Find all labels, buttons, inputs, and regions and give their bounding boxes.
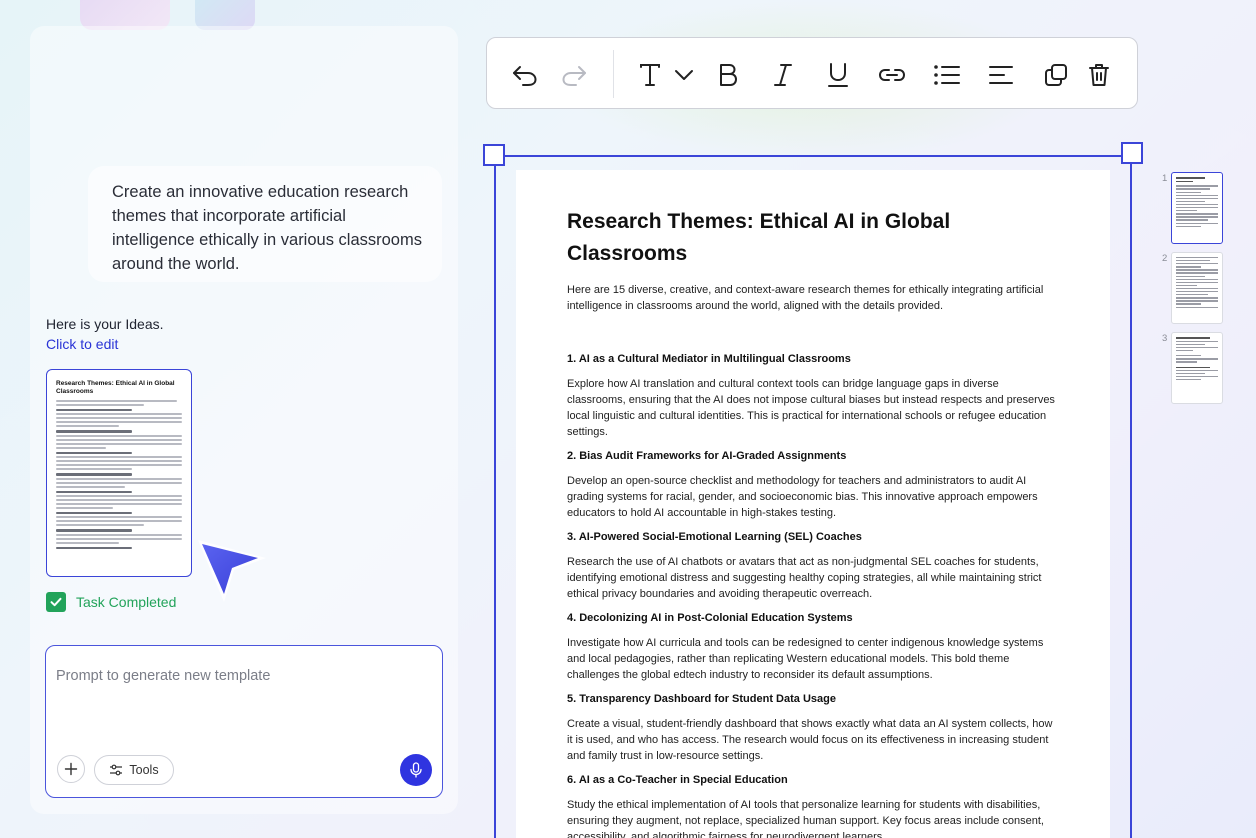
thumbnail-text-lines [56,400,182,550]
user-message-text: Create an innovative education research … [112,183,422,273]
add-attachment-button[interactable] [57,755,85,783]
underline-icon [828,63,848,87]
undo-icon [513,66,537,86]
microphone-icon [410,762,422,778]
page-thumbnail-2[interactable] [1171,252,1223,324]
user-message-bubble: Create an innovative education research … [88,166,442,282]
delete-icon [1089,64,1109,86]
link-button[interactable] [877,60,907,90]
click-to-edit-link[interactable]: Click to edit [46,336,118,352]
duplicate-icon [1045,64,1067,86]
page-thumbnail-1[interactable] [1171,172,1223,244]
tools-button[interactable]: Tools [94,755,174,785]
bullet-list-button[interactable] [932,60,962,90]
task-completed-status: Task Completed [46,592,176,612]
bold-icon [720,64,737,86]
document-intro: Here are 15 diverse, creative, and conte… [567,284,1044,312]
page-number: 1 [1162,173,1168,184]
align-button[interactable] [986,60,1016,90]
section-body: Investigate how AI curricula and tools c… [567,637,1044,681]
text-icon [640,64,660,86]
bold-button[interactable] [713,60,743,90]
redo-button[interactable] [559,60,589,90]
generated-document-thumbnail[interactable]: Research Themes: Ethical AI in Global Cl… [46,369,192,577]
page-number: 3 [1162,333,1168,344]
redo-icon [562,66,586,86]
document-page[interactable]: Research Themes: Ethical AI in Global Cl… [516,170,1110,838]
undo-button[interactable] [510,60,540,90]
list-icon [934,65,960,85]
text-style-dropdown[interactable] [669,60,699,90]
checkbox-checked-icon [46,592,66,612]
delete-button[interactable] [1084,60,1114,90]
task-status-label: Task Completed [76,594,177,610]
align-icon [989,66,1013,84]
prompt-composer: Tools [45,645,443,798]
page-thumbnail-3[interactable] [1171,332,1223,404]
section-body: Explore how AI translation and cultural … [567,378,1055,438]
thumbnail-title: Research Themes: Ethical AI in Global Cl… [56,380,175,395]
duplicate-button[interactable] [1041,60,1071,90]
section-body: Develop an open-source checklist and met… [567,475,1038,519]
text-style-button[interactable] [635,60,665,90]
toolbar-divider [613,50,614,98]
resize-handle-top-left[interactable] [483,144,505,166]
sliders-icon [110,764,123,776]
underline-button[interactable] [823,60,853,90]
microphone-button[interactable] [400,754,432,786]
resize-handle-top-right[interactable] [1121,142,1143,164]
link-icon [878,69,906,81]
chevron-down-icon [675,70,693,80]
section-heading: 4. Decolonizing AI in Post-Colonial Educ… [567,612,853,624]
section-heading: 5. Transparency Dashboard for Student Da… [567,693,836,705]
plus-icon [64,762,78,776]
page-number: 2 [1162,253,1168,264]
section-heading: 1. AI as a Cultural Mediator in Multilin… [567,353,851,365]
section-heading: 6. AI as a Co-Teacher in Special Educati… [567,774,788,786]
section-body: Study the ethical implementation of AI t… [567,799,1044,838]
tools-label: Tools [129,763,159,777]
prompt-input[interactable] [56,664,426,688]
document-title: Research Themes: Ethical AI in Global Cl… [567,210,951,265]
section-body: Create a visual, student-friendly dashbo… [567,718,1053,762]
assistant-reply-text: Here is your Ideas. [46,316,164,332]
section-heading: 3. AI-Powered Social-Emotional Learning … [567,531,862,543]
italic-icon [774,64,792,86]
pointer-cursor-icon [198,540,266,602]
italic-button[interactable] [768,60,798,90]
formatting-toolbar [486,37,1138,109]
section-body: Research the use of AI chatbots or avata… [567,556,1042,600]
section-heading: 2. Bias Audit Frameworks for AI-Graded A… [567,450,847,462]
